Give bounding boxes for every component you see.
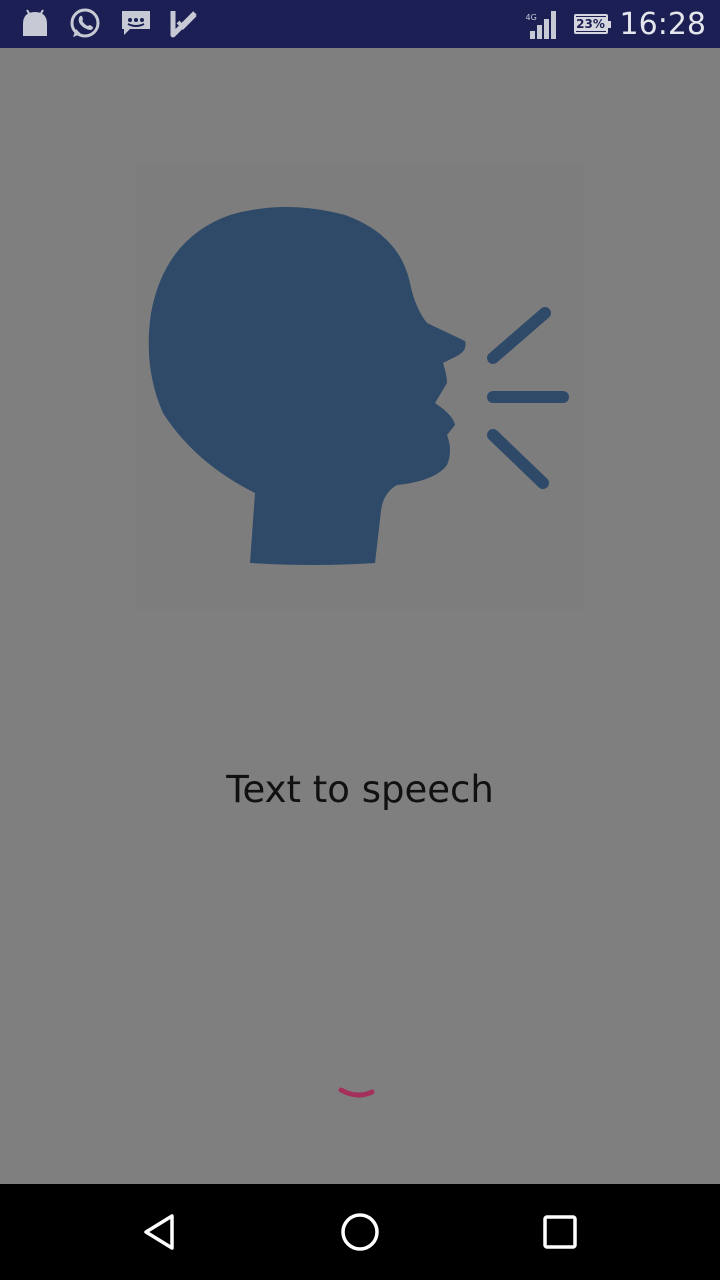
- splash-screen: 4G 23% 16:28 Text to speech: [0, 0, 720, 1280]
- app-logo: [135, 163, 585, 610]
- task-check-icon: [170, 11, 197, 38]
- status-clock: 16:28: [619, 6, 706, 42]
- system-indicators: 4G 23% 16:28: [526, 0, 706, 48]
- home-icon: [341, 1213, 379, 1251]
- android-notification-icon: [23, 9, 47, 36]
- spinner-icon: [338, 1087, 375, 1098]
- battery-level: 23%: [574, 17, 607, 31]
- recents-button[interactable]: [536, 1208, 584, 1256]
- speaking-head-icon: [148, 207, 569, 565]
- recents-icon: [543, 1215, 577, 1249]
- home-button[interactable]: [336, 1208, 384, 1256]
- back-button[interactable]: [136, 1208, 184, 1256]
- back-icon: [144, 1214, 174, 1250]
- app-title: Text to speech: [226, 768, 494, 811]
- status-bar: 4G 23% 16:28: [0, 0, 720, 48]
- whatsapp-icon: [70, 8, 100, 38]
- message-icon: [122, 11, 150, 35]
- notification-icons: [20, 6, 198, 40]
- signal-indicator: 4G: [526, 7, 562, 41]
- navigation-bar: [0, 1184, 720, 1280]
- cell-signal-icon: [529, 11, 556, 39]
- battery-icon: 23%: [573, 14, 611, 34]
